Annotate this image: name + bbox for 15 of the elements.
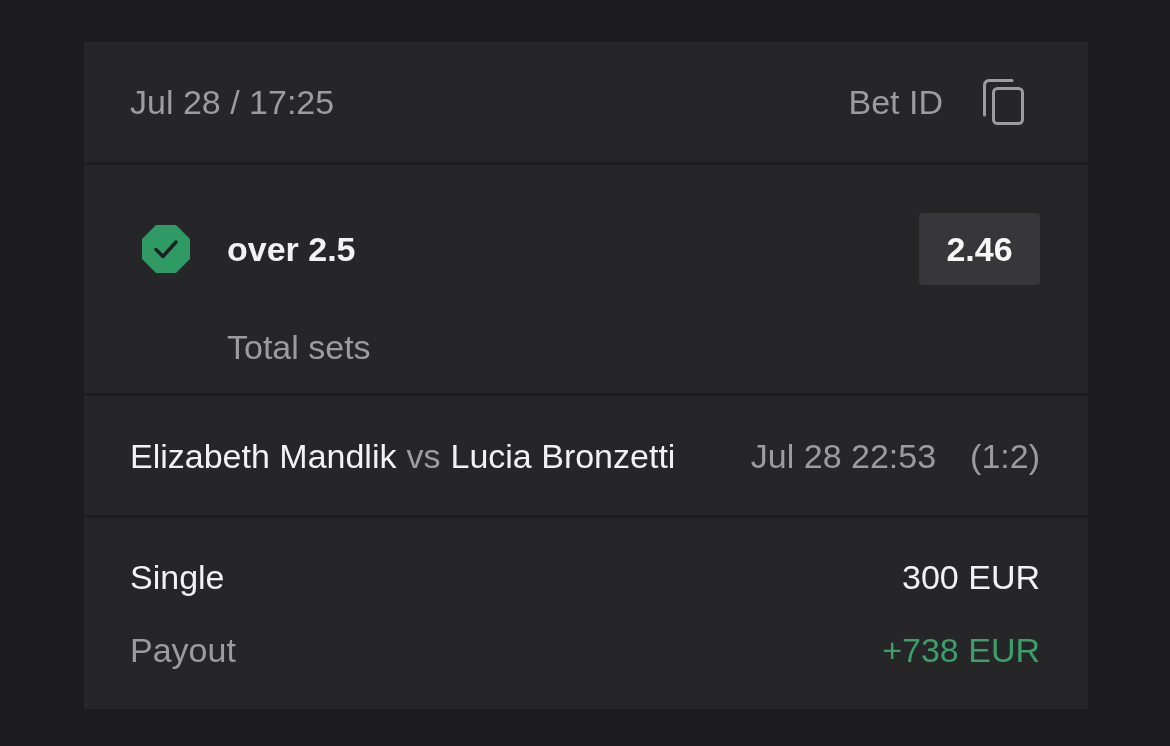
stake-amount: 300 EUR	[902, 557, 1040, 598]
bet-id-label: Bet ID	[848, 82, 943, 123]
odds-badge: 2.46	[919, 213, 1040, 285]
event-start-time: Jul 28 22:53	[750, 435, 937, 477]
copy-icon[interactable]	[983, 79, 1024, 125]
event-score: (1:2)	[970, 435, 1040, 477]
payout-amount: +738 EUR	[882, 630, 1040, 671]
market-name: Total sets	[227, 326, 372, 368]
home-player: Elizabeth Mandlik	[130, 435, 397, 477]
bet-date-time: Jul 28 / 17:25	[130, 82, 335, 123]
payout-label: Payout	[130, 630, 236, 671]
away-player: Lucia Bronzetti	[450, 435, 676, 477]
selection-pick: over 2.5	[227, 229, 357, 270]
versus-label: vs	[406, 435, 441, 477]
bet-type: Single	[130, 557, 225, 598]
